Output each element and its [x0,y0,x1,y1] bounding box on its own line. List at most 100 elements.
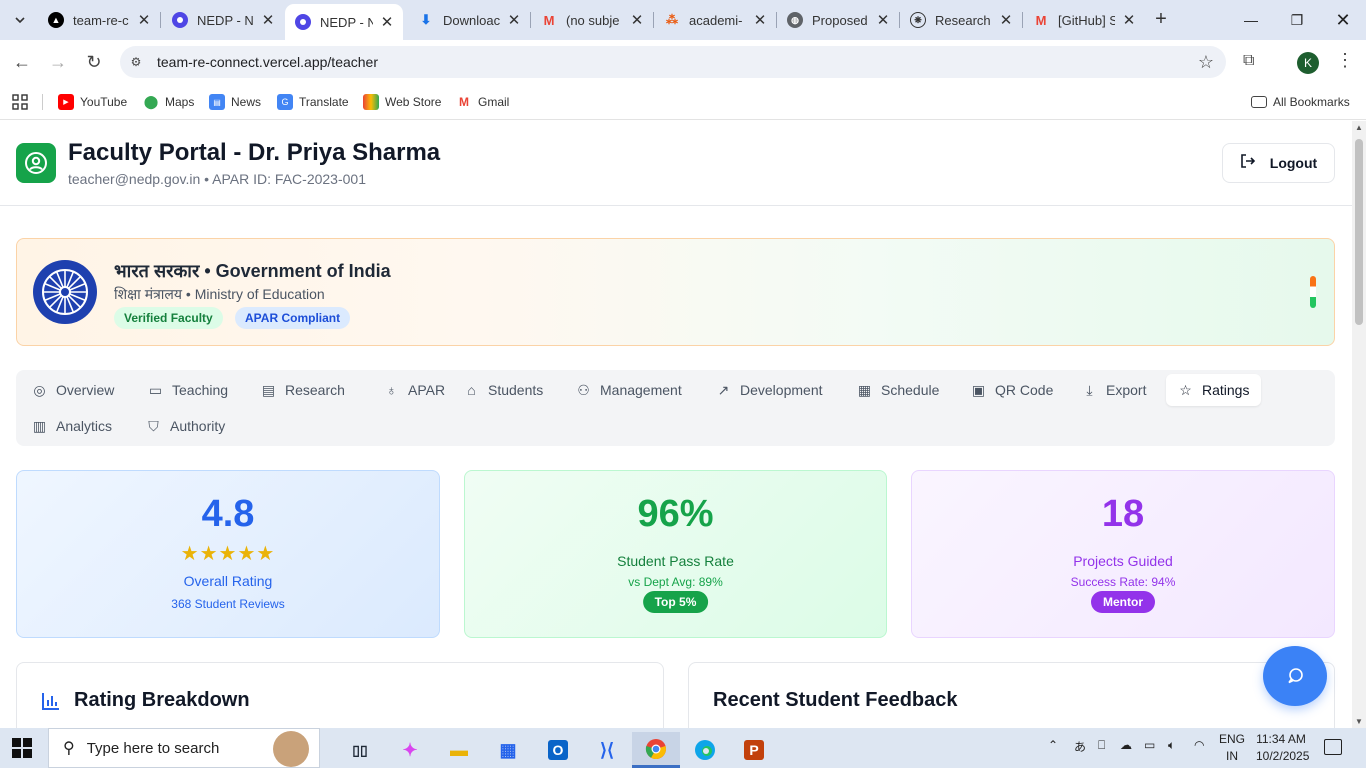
logout-icon [1240,153,1256,174]
tab-teaching[interactable]: ▭ Teaching [136,374,240,406]
browser-tab-4[interactable]: ⬇ Downloac ✕ [408,4,530,36]
browser-tab-2[interactable]: NEDP - N ✕ [162,4,284,36]
browser-tab-1[interactable]: ▲ team-re-c ✕ [38,4,160,36]
edge-icon[interactable] [681,732,729,768]
tab-label: Overview [56,382,115,398]
forward-button[interactable]: → [46,50,70,74]
back-button[interactable]: ← [10,50,34,74]
all-bookmarks-button[interactable]: All Bookmarks [1251,92,1350,112]
tab-apar[interactable]: ♁ APAR [372,374,457,406]
tab-label: Research [285,382,345,398]
tab-development[interactable]: ↗ Development [704,374,835,406]
system-clock[interactable]: 11:34 AM 10/2/2025 [1256,731,1309,765]
close-tab-icon[interactable]: ✕ [752,11,768,29]
tab-analytics[interactable]: ▥ Analytics [20,410,124,442]
tab-authority[interactable]: ⛉ Authority [134,410,237,442]
close-tab-icon[interactable]: ✕ [379,13,395,31]
award-icon: ♁ [386,382,397,398]
close-tab-icon[interactable]: ✕ [506,11,522,29]
apps-grid-icon[interactable] [12,92,28,112]
tab-overview[interactable]: ◎ Overview [20,374,126,406]
task-view-icon[interactable]: ▯▯ [336,732,384,768]
browser-tab-9[interactable]: M [GitHub] S ✕ [1023,4,1145,36]
close-tab-icon[interactable]: ✕ [136,11,152,29]
close-tab-icon[interactable]: ✕ [629,11,645,29]
scroll-up-arrow-icon[interactable]: ▲ [1352,123,1366,132]
openai-icon: ❋ [910,12,926,28]
chat-button[interactable] [1263,646,1327,706]
close-tab-icon[interactable]: ✕ [998,11,1014,29]
rating-reviews: 368 Student Reviews [171,597,285,611]
page-scrollbar[interactable]: ▲ ▼ [1352,121,1366,728]
browser-tab-7[interactable]: ◍ Proposed ✕ [777,4,899,36]
file-explorer-icon[interactable]: ▬ [435,732,483,768]
close-tab-icon[interactable]: ✕ [875,11,891,29]
browser-tab-5[interactable]: M (no subje ✕ [531,4,653,36]
scrollbar-thumb[interactable] [1355,139,1363,325]
users-icon: ⚇ [577,381,590,398]
bookmark-star-icon[interactable]: ☆ [1198,52,1214,73]
tab-search-button[interactable] [8,8,32,32]
notifications-icon[interactable] [1324,739,1342,755]
maximize-button[interactable]: ❐ [1274,0,1320,40]
extensions-icon[interactable]: ⧉ [1243,52,1265,74]
bookmark-maps[interactable]: ⬤ Maps [143,92,195,112]
ashoka-chakra-icon [33,260,97,324]
logout-button[interactable]: Logout [1222,143,1335,183]
tab-research[interactable]: ▤ Research [249,374,357,406]
nedp-icon [172,12,188,28]
input-method-icon[interactable]: あ [1074,738,1086,755]
bookmark-web-store[interactable]: Web Store [363,92,441,112]
browser-tab-strip: ▲ team-re-c ✕ NEDP - N ✕ NEDP - N ✕ ⬇ Do… [0,0,1366,40]
volume-icon[interactable]: 🔈︎ [1168,738,1175,753]
onedrive-icon[interactable]: ☁ [1120,738,1132,752]
tab-qr-code[interactable]: ▣ QR Code [959,374,1065,406]
wifi-icon[interactable]: ◠ [1194,738,1204,752]
page-subtitle: teacher@nedp.gov.in • APAR ID: FAC-2023-… [68,171,366,187]
reload-button[interactable]: ↻ [82,50,106,74]
taskbar-search-box[interactable]: ⚲ Type here to search [48,728,320,768]
close-tab-icon[interactable]: ✕ [260,11,276,29]
copilot-icon[interactable]: ✦ [386,732,434,768]
new-tab-button[interactable]: + [1149,8,1173,32]
graduation-cap-icon: ⌂ [467,382,476,398]
address-bar[interactable]: ⚙ team-re-connect.vercel.app/teacher ☆ [120,46,1226,78]
browser-menu-icon[interactable]: ⋮ [1336,50,1354,71]
outlook-icon[interactable]: O [534,732,582,768]
windows-start-icon[interactable] [12,738,32,758]
minimize-button[interactable]: — [1228,0,1274,40]
device-icon[interactable]: ⎕ [1098,738,1105,753]
tab-ratings[interactable]: ☆ Ratings [1166,374,1262,406]
browser-tab-3-active[interactable]: NEDP - N ✕ [285,4,403,40]
app-icon: ⁂ [666,13,678,27]
grid-icon [12,94,28,110]
vscode-icon[interactable]: ⟩⟨ [583,732,631,768]
microsoft-store-icon[interactable]: ▦ [484,732,532,768]
browser-tab-6[interactable]: ⁂ academi- ✕ [654,4,776,36]
url-text[interactable]: team-re-connect.vercel.app/teacher [157,54,378,70]
tab-export[interactable]: ⤓ Export [1070,374,1158,406]
close-window-button[interactable]: ✕ [1320,0,1366,40]
show-hidden-icons-icon[interactable]: ⌃ [1048,738,1058,752]
projects-success-rate: Success Rate: 94% [1070,575,1176,589]
bookmark-label: Gmail [478,95,510,109]
scroll-down-arrow-icon[interactable]: ▼ [1352,717,1366,726]
bookmark-news[interactable]: ▤ News [209,92,261,112]
tab-students[interactable]: ⌂ Students [452,374,555,406]
site-info-icon[interactable]: ⚙ [128,54,144,70]
tricolor-flag-bar [1310,276,1316,308]
profile-avatar[interactable]: K [1297,52,1319,74]
language-indicator[interactable]: ENG IN [1218,731,1246,765]
all-bookmarks-label: All Bookmarks [1273,95,1350,109]
chrome-icon[interactable] [632,732,680,768]
bookmark-translate[interactable]: G Translate [277,92,349,112]
powerpoint-icon[interactable]: P [730,732,778,768]
tab-title: NEDP - N [197,12,254,28]
browser-tab-8[interactable]: ❋ Research ✕ [900,4,1022,36]
battery-icon[interactable]: ▭ [1144,738,1155,752]
tab-schedule[interactable]: ▦ Schedule [845,374,951,406]
close-tab-icon[interactable]: ✕ [1121,11,1137,29]
tab-management[interactable]: ⚇ Management [564,374,694,406]
bookmark-youtube[interactable]: ▶ YouTube [58,92,127,112]
bookmark-gmail[interactable]: M Gmail [456,92,509,112]
